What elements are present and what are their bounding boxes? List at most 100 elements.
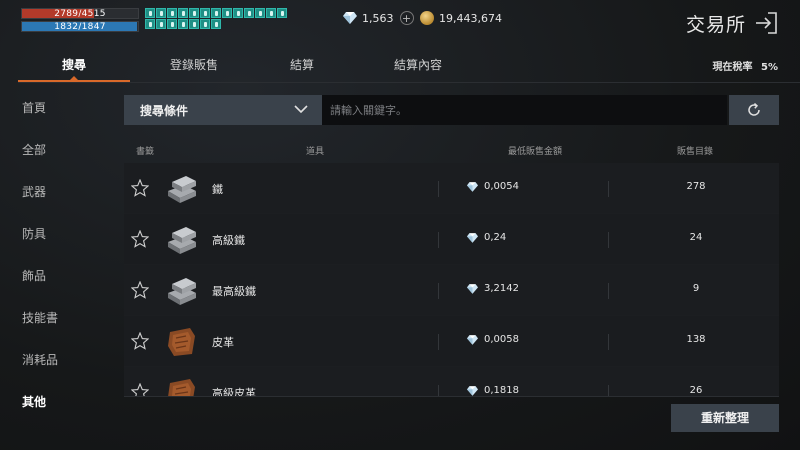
buff-icon <box>200 8 210 18</box>
buff-icon <box>211 8 221 18</box>
column-divider <box>608 232 609 248</box>
min-price: 0,0054 <box>467 181 519 192</box>
main-tabs: 搜尋 登錄販售 結算 結算內容 <box>18 52 482 82</box>
iron-ingot-icon <box>164 273 200 309</box>
table-row[interactable]: 皮革 0,0058 138 <box>124 316 779 367</box>
buff-icon <box>145 8 155 18</box>
listing-count: 9 <box>692 283 700 294</box>
buff-icon <box>255 8 265 18</box>
add-diamond-button[interactable]: + <box>399 11 414 25</box>
price-value: 0,24 <box>484 232 507 243</box>
table-header: 書籤 道具 最低販售金額 販售目錄 <box>124 140 779 160</box>
category-sidebar: 首頁 全部 武器 防具 飾品 技能書 消耗品 其他 <box>0 95 110 431</box>
tax-rate: 現在稅率 5% <box>713 58 778 73</box>
diamond-icon <box>467 232 478 243</box>
gold-amount: 19,443,674 <box>439 11 502 25</box>
min-price: 0,0058 <box>467 334 519 345</box>
bookmark-star-icon[interactable] <box>131 383 149 396</box>
table-row[interactable]: 高級皮革 0,1818 26 <box>124 367 779 396</box>
listing-count: 24 <box>689 232 703 243</box>
sidebar-item-skill-books[interactable]: 技能書 <box>0 305 110 347</box>
bookmark-star-icon[interactable] <box>131 179 149 197</box>
item-name: 高級鐵 <box>212 234 245 247</box>
min-price: 0,1818 <box>467 385 519 396</box>
min-price: 3,2142 <box>467 283 519 294</box>
sidebar-item-weapons[interactable]: 武器 <box>0 179 110 221</box>
tax-value: 5% <box>761 62 778 73</box>
tabs-divider <box>18 82 800 83</box>
price-value: 0,1818 <box>484 385 519 396</box>
hp-text: 2789/4515 <box>54 9 106 19</box>
bookmark-star-icon[interactable] <box>131 230 149 248</box>
tab-search[interactable]: 搜尋 <box>18 52 130 82</box>
search-condition-label: 搜尋條件 <box>140 103 189 118</box>
buff-icon <box>244 8 254 18</box>
diamond-icon <box>467 283 478 294</box>
iron-ingot-icon <box>164 171 200 207</box>
bookmark-star-icon[interactable] <box>131 281 149 299</box>
tax-label: 現在稅率 <box>712 62 753 73</box>
buff-icon <box>156 8 166 18</box>
tab-register-sale[interactable]: 登錄販售 <box>130 52 258 82</box>
item-name: 鐵 <box>212 183 223 196</box>
table-row[interactable]: 最高級鐵 3,2142 9 <box>124 265 779 316</box>
min-price: 0,24 <box>467 232 506 243</box>
buff-icon <box>167 19 177 29</box>
reorganize-button[interactable]: 重新整理 <box>671 404 779 432</box>
tab-settlement[interactable]: 結算 <box>268 52 336 82</box>
mp-text: 1832/1847 <box>54 22 106 32</box>
search-condition-dropdown[interactable]: 搜尋條件 <box>124 95 322 125</box>
buff-icon <box>178 8 188 18</box>
buff-icon <box>167 8 177 18</box>
buff-icons <box>145 8 293 29</box>
sidebar-item-home[interactable]: 首頁 <box>0 95 110 137</box>
buff-icon <box>222 8 232 18</box>
chevron-down-icon <box>294 105 308 114</box>
column-listings: 販售目錄 <box>677 147 714 157</box>
reset-search-button[interactable] <box>729 95 779 125</box>
sidebar-item-consumables[interactable]: 消耗品 <box>0 347 110 389</box>
buff-icon <box>178 19 188 29</box>
diamond-amount: 1,563 <box>362 11 394 25</box>
price-value: 3,2142 <box>484 283 519 294</box>
column-divider <box>608 334 609 350</box>
diamond-icon <box>467 334 478 345</box>
diamond-icon <box>467 181 478 192</box>
buff-icon <box>189 19 199 29</box>
bookmark-star-icon[interactable] <box>131 332 149 350</box>
gold-currency: 19,443,674 <box>420 9 502 27</box>
exit-icon[interactable] <box>754 12 778 34</box>
table-row[interactable]: 鐵 0,0054 278 <box>124 163 779 214</box>
diamond-icon <box>343 12 357 24</box>
listing-count: 138 <box>686 334 706 345</box>
item-table: 鐵 0,0054 278 高級鐵 0,24 24 最高級鐵 3,2142 9 皮革 0,0058 13… <box>124 163 779 396</box>
column-divider <box>438 334 439 350</box>
sidebar-item-accessories[interactable]: 飾品 <box>0 263 110 305</box>
diamond-icon <box>467 385 478 396</box>
buff-icon <box>233 8 243 18</box>
column-item: 道具 <box>306 147 325 157</box>
tab-settlement-details[interactable]: 結算內容 <box>354 52 482 82</box>
buff-icon <box>277 8 287 18</box>
table-row[interactable]: 高級鐵 0,24 24 <box>124 214 779 265</box>
column-divider <box>608 385 609 396</box>
column-divider <box>438 232 439 248</box>
sidebar-item-armor[interactable]: 防具 <box>0 221 110 263</box>
column-divider <box>438 181 439 197</box>
listing-count: 26 <box>689 385 703 396</box>
hp-bar: 2789/4515 <box>21 8 139 19</box>
diamond-currency: 1,563 + <box>343 9 414 27</box>
buff-icon <box>145 19 155 29</box>
status-bars: 2789/4515 1832/1847 <box>21 8 139 32</box>
mp-bar: 1832/1847 <box>21 21 139 32</box>
column-bookmark: 書籤 <box>136 147 155 157</box>
column-divider <box>438 283 439 299</box>
refresh-icon <box>748 102 760 116</box>
buff-icon <box>200 19 210 29</box>
iron-ingot-icon <box>164 222 200 258</box>
sidebar-item-all[interactable]: 全部 <box>0 137 110 179</box>
column-divider <box>608 181 609 197</box>
search-input[interactable] <box>322 95 727 125</box>
item-name: 高級皮革 <box>212 387 256 396</box>
sidebar-item-others[interactable]: 其他 <box>0 389 110 431</box>
